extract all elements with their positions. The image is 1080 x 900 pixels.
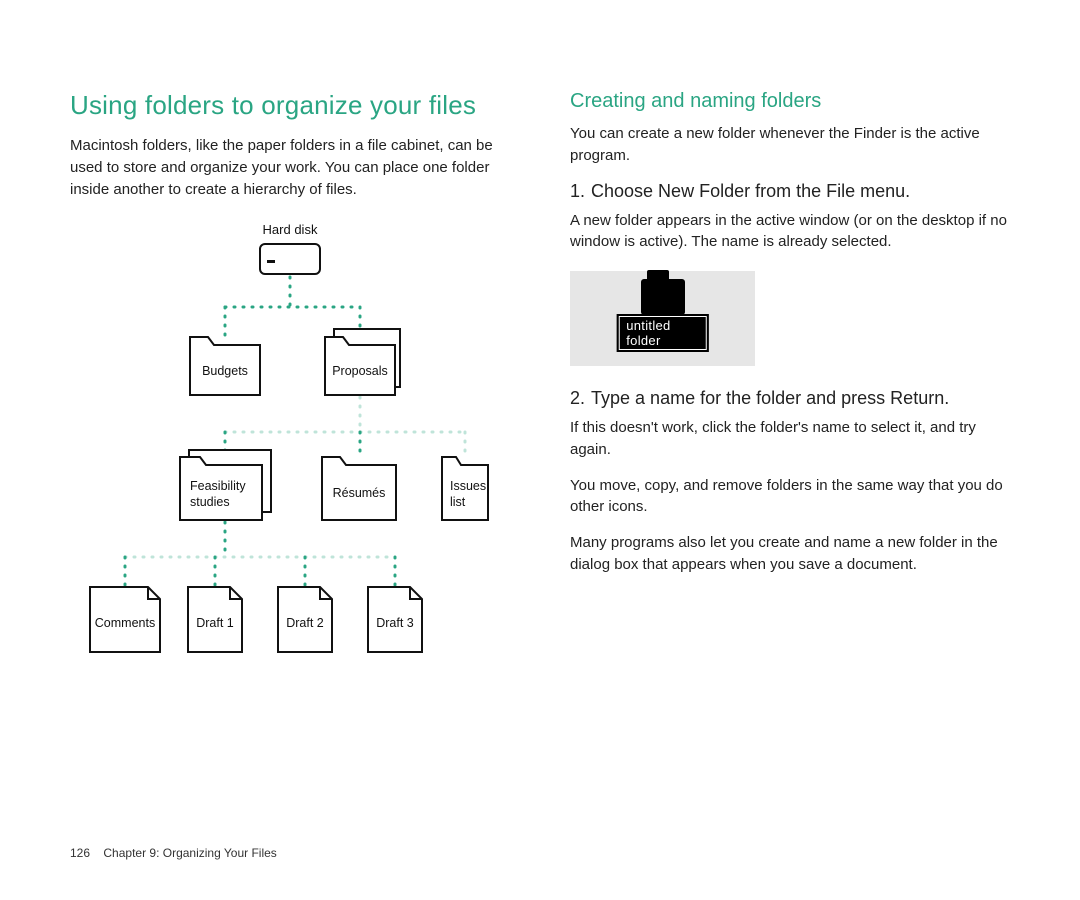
left-column: Using folders to organize your files Mac… bbox=[70, 90, 520, 727]
doc-draft3: Draft 3 bbox=[368, 587, 422, 652]
hard-disk-icon: Hard disk bbox=[260, 222, 320, 274]
doc-draft1: Draft 1 bbox=[188, 587, 242, 652]
para-move: You move, copy, and remove folders in th… bbox=[570, 475, 1020, 519]
page-number: 126 bbox=[70, 846, 90, 860]
tree-l2-0b: studies bbox=[190, 495, 230, 509]
page-footer: 126 Chapter 9: Organizing Your Files bbox=[70, 846, 277, 860]
folder-icon bbox=[641, 279, 685, 315]
tree-root-label: Hard disk bbox=[263, 222, 318, 237]
tree-l1-1: Proposals bbox=[332, 364, 388, 378]
tree-l2-0a: Feasibility bbox=[190, 479, 246, 493]
tree-l2-1: Résumés bbox=[333, 486, 386, 500]
tree-l3-2: Draft 2 bbox=[286, 616, 324, 630]
doc-draft2: Draft 2 bbox=[278, 587, 332, 652]
right-intro: You can create a new folder whenever the… bbox=[570, 123, 1020, 167]
left-heading: Using folders to organize your files bbox=[70, 90, 520, 121]
folder-tree-diagram: Hard disk Budgets Proposals bbox=[70, 222, 520, 727]
para-dialog: Many programs also let you create and na… bbox=[570, 532, 1020, 576]
folder-issues: Issues list bbox=[442, 457, 488, 520]
folder-proposals: Proposals bbox=[325, 329, 400, 395]
untitled-folder-label: untitled folder bbox=[616, 314, 709, 352]
right-heading: Creating and naming folders bbox=[570, 90, 1020, 113]
folder-resumes: Résumés bbox=[322, 457, 396, 520]
untitled-folder-figure: untitled folder bbox=[570, 271, 755, 366]
tree-l3-3: Draft 3 bbox=[376, 616, 414, 630]
step-2-body: If this doesn't work, click the folder's… bbox=[570, 417, 1020, 461]
folder-feasibility: Feasibility studies bbox=[180, 450, 271, 520]
tree-l1-0: Budgets bbox=[202, 364, 248, 378]
tree-l2-2a: Issues bbox=[450, 479, 486, 493]
step-1-body: A new folder appears in the active windo… bbox=[570, 210, 1020, 254]
step-2-title: 2.Type a name for the folder and press R… bbox=[570, 388, 1020, 409]
tree-l3-0: Comments bbox=[95, 616, 155, 630]
right-column: Creating and naming folders You can crea… bbox=[570, 90, 1020, 727]
doc-comments: Comments bbox=[90, 587, 160, 652]
step-1-title: 1.Choose New Folder from the File menu. bbox=[570, 181, 1020, 202]
tree-l2-2b: list bbox=[450, 495, 466, 509]
folder-budgets: Budgets bbox=[190, 337, 260, 395]
tree-l3-1: Draft 1 bbox=[196, 616, 234, 630]
left-intro: Macintosh folders, like the paper folder… bbox=[70, 135, 520, 200]
chapter-label: Chapter 9: Organizing Your Files bbox=[103, 846, 276, 860]
